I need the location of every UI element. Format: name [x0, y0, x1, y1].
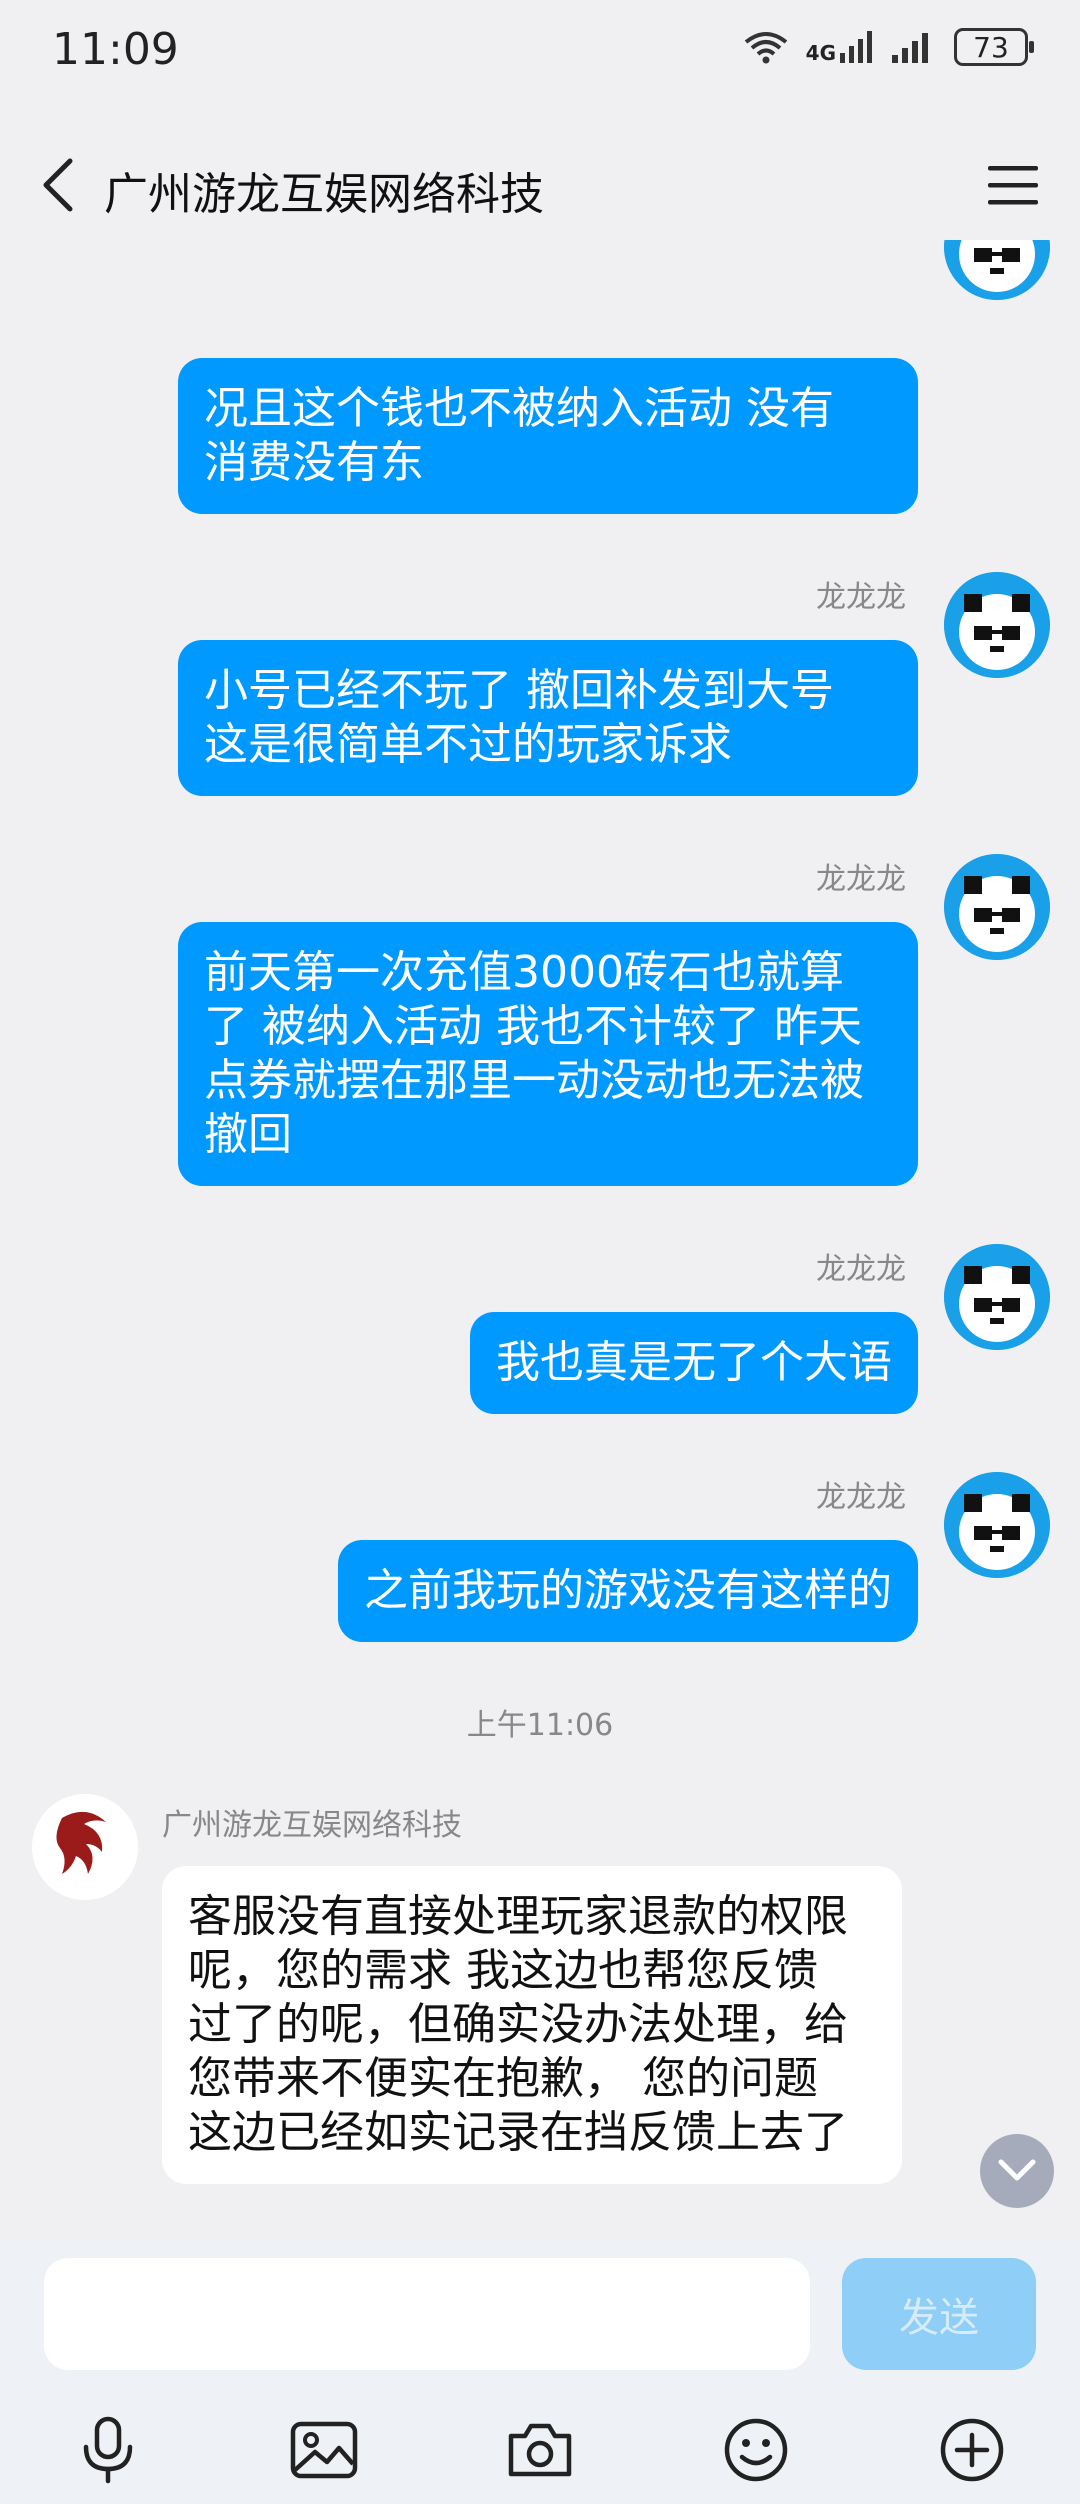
message-bubble-out[interactable]: 前天第一次充值3000砖石也就算 了 被纳入活动 我也不计较了 昨天 点券就摆在…	[178, 922, 918, 1186]
sender-name: 龙龙龙	[816, 1252, 906, 1287]
scroll-to-bottom-button[interactable]	[980, 2134, 1054, 2208]
message-line: 这边已经如实记录在挡反馈上去了	[188, 2107, 848, 2158]
emoji-icon	[724, 2418, 788, 2482]
panda-avatar-icon	[944, 572, 1050, 678]
avatar[interactable]	[944, 854, 1050, 960]
message-line: 客服没有直接处理玩家退款的权限	[188, 1891, 848, 1942]
voice-button[interactable]	[68, 2410, 148, 2490]
avatar[interactable]	[944, 572, 1050, 678]
avatar[interactable]	[944, 1472, 1050, 1578]
panda-avatar-icon	[944, 1472, 1050, 1578]
cellular-4g: 4G	[806, 31, 874, 63]
message-line: 您带来不便实在抱歉， 您的问题	[188, 2053, 818, 2104]
sender-name: 龙龙龙	[816, 1480, 906, 1515]
menu-button[interactable]	[986, 160, 1040, 210]
emoji-button[interactable]	[716, 2410, 796, 2490]
message-line: 这是很简单不过的玩家诉求	[204, 719, 732, 770]
chat-title: 广州游龙互娱网络科技	[104, 169, 544, 220]
status-bar: 11:09 4G 73	[0, 0, 1080, 100]
input-bar: 发送	[0, 2240, 1080, 2504]
hamburger-menu-icon	[988, 166, 1038, 205]
mic-icon	[83, 2416, 133, 2484]
battery-level: 73	[973, 30, 1009, 64]
battery-indicator: 73	[954, 28, 1034, 66]
gallery-button[interactable]	[284, 2410, 364, 2490]
network-label: 4G	[805, 41, 836, 65]
panda-avatar-icon	[944, 854, 1050, 960]
status-time: 11:09	[52, 24, 179, 75]
message-list[interactable]: 况且这个钱也不被纳入活动 没有 消费没有东 龙龙龙 小号已经不玩了 撤回补发到大…	[0, 240, 1080, 2240]
message-line: 消费没有东	[204, 437, 424, 488]
message-text: 我也真是无了个大语	[496, 1337, 892, 1388]
more-button[interactable]	[932, 2410, 1012, 2490]
chevron-down-icon	[998, 2159, 1036, 2181]
message-input[interactable]	[44, 2258, 810, 2370]
message-line: 小号已经不玩了 撤回补发到大号	[204, 665, 834, 716]
message-line: 撤回	[204, 1109, 292, 1160]
status-icons: 4G 73	[744, 28, 1034, 66]
message-bubble-in[interactable]: 客服没有直接处理玩家退款的权限 呢，您的需求 我这边也帮您反馈 过了的呢，但确实…	[162, 1866, 902, 2184]
signal-icon-2	[892, 33, 928, 63]
chevron-left-icon	[43, 158, 73, 212]
avatar[interactable]	[944, 240, 1050, 300]
sender-name: 广州游龙互娱网络科技	[162, 1808, 462, 1843]
timestamp: 上午11:06	[466, 1708, 614, 1743]
message-line: 前天第一次充值3000砖石也就算	[204, 947, 844, 998]
input-toolbar	[0, 2410, 1080, 2490]
message-line: 过了的呢，但确实没办法处理，给	[188, 1999, 848, 2050]
message-bubble-out[interactable]: 之前我玩的游戏没有这样的	[338, 1540, 918, 1642]
panda-avatar-icon	[944, 1244, 1050, 1350]
dragon-logo-icon	[32, 1794, 138, 1900]
avatar[interactable]	[944, 1244, 1050, 1350]
wifi-icon	[744, 32, 787, 64]
camera-icon	[508, 2423, 572, 2477]
message-line: 了 被纳入活动 我也不计较了 昨天	[204, 1001, 862, 1052]
message-line: 呢，您的需求 我这边也帮您反馈	[188, 1945, 818, 1996]
message-text: 之前我玩的游戏没有这样的	[364, 1565, 892, 1616]
message-bubble-out[interactable]: 我也真是无了个大语	[470, 1312, 918, 1414]
sender-name: 龙龙龙	[816, 862, 906, 897]
panda-avatar-icon	[944, 240, 1050, 300]
image-icon	[290, 2421, 358, 2479]
company-avatar[interactable]	[32, 1794, 138, 1900]
title-bar: 广州游龙互娱网络科技	[0, 130, 1080, 240]
message-bubble-out[interactable]: 小号已经不玩了 撤回补发到大号 这是很简单不过的玩家诉求	[178, 640, 918, 796]
camera-button[interactable]	[500, 2410, 580, 2490]
message-line: 点券就摆在那里一动没动也无法被	[204, 1055, 864, 1106]
message-line: 况且这个钱也不被纳入活动 没有	[204, 383, 834, 434]
plus-icon	[940, 2418, 1004, 2482]
send-button[interactable]: 发送	[842, 2258, 1036, 2370]
sender-name: 龙龙龙	[816, 580, 906, 615]
back-button[interactable]	[36, 155, 84, 215]
signal-icon-1	[840, 31, 872, 63]
message-bubble-out[interactable]: 况且这个钱也不被纳入活动 没有 消费没有东	[178, 358, 918, 514]
